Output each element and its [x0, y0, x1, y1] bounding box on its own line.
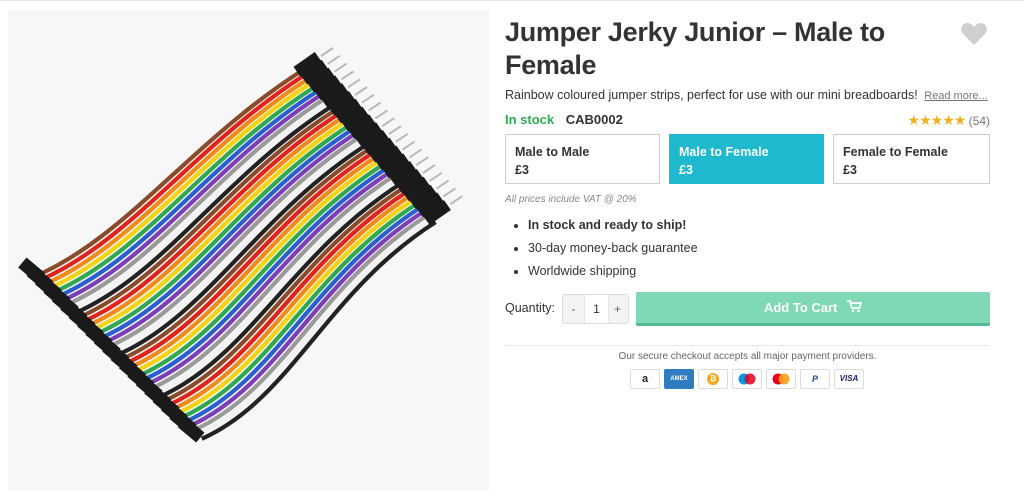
description-text: Rainbow coloured jumper strips, perfect … — [505, 88, 918, 102]
list-item: In stock and ready to ship! — [528, 216, 698, 239]
wishlist-heart-icon[interactable] — [960, 22, 988, 46]
variant-price: £3 — [679, 163, 693, 177]
variant-name: Male to Male — [515, 145, 590, 159]
sku: CAB0002 — [565, 112, 623, 127]
amex-icon: AMEX — [664, 369, 694, 389]
cart-icon — [847, 293, 863, 324]
quantity-row: Quantity: - 1 + Add To Cart — [505, 292, 990, 326]
bitcoin-icon: ₿ — [698, 369, 728, 389]
mastercard-icon — [766, 369, 796, 389]
top-divider — [0, 0, 1024, 1]
quantity-stepper: - 1 + — [562, 294, 629, 324]
product-image[interactable] — [8, 10, 489, 491]
list-item: Worldwide shipping — [528, 262, 698, 285]
quantity-input[interactable]: 1 — [584, 295, 609, 323]
variant-male-to-male[interactable]: Male to Male £3 — [505, 134, 660, 184]
visa-icon: VISA — [834, 369, 864, 389]
paypal-icon: P — [800, 369, 830, 389]
rating-count: (54) — [968, 114, 990, 128]
stock-row: In stock CAB0002 ★★★★★ (54) — [505, 112, 990, 130]
quantity-label: Quantity: — [505, 301, 556, 315]
list-item: 30-day money-back guarantee — [528, 239, 698, 262]
rating-stars-icon: ★★★★★ — [907, 112, 967, 128]
section-divider — [505, 345, 990, 346]
quantity-decrement-button[interactable]: - — [563, 295, 584, 323]
read-more-link[interactable]: Read more... — [924, 90, 988, 102]
variant-male-to-female[interactable]: Male to Female £3 — [669, 134, 824, 184]
product-title: Jumper Jerky Junior – Male to Female — [505, 17, 885, 80]
variant-name: Male to Female — [679, 145, 769, 159]
variant-female-to-female[interactable]: Female to Female £3 — [833, 134, 990, 184]
maestro-icon — [732, 369, 762, 389]
secure-checkout-note: Our secure checkout accepts all major pa… — [618, 351, 877, 362]
variant-price: £3 — [515, 163, 529, 177]
quantity-increment-button[interactable]: + — [607, 295, 628, 323]
vat-note: All prices include VAT @ 20% — [505, 194, 637, 205]
variant-name: Female to Female — [843, 145, 948, 159]
jumper-wires-illustration — [18, 47, 463, 443]
feature-list: In stock and ready to ship! 30-day money… — [505, 216, 698, 285]
variant-selector: Male to Male £3 Male to Female £3 Female… — [505, 134, 990, 186]
variant-price: £3 — [843, 163, 857, 177]
rating[interactable]: ★★★★★ (54) — [908, 112, 990, 129]
product-info: Jumper Jerky Junior – Male to Female — [505, 10, 990, 82]
add-to-cart-label: Add To Cart — [763, 300, 838, 315]
product-description: Rainbow coloured jumper strips, perfect … — [505, 88, 988, 102]
add-to-cart-button[interactable]: Add To Cart — [636, 292, 990, 326]
amazon-pay-icon: a — [630, 369, 660, 389]
stock-status: In stock — [505, 112, 555, 127]
